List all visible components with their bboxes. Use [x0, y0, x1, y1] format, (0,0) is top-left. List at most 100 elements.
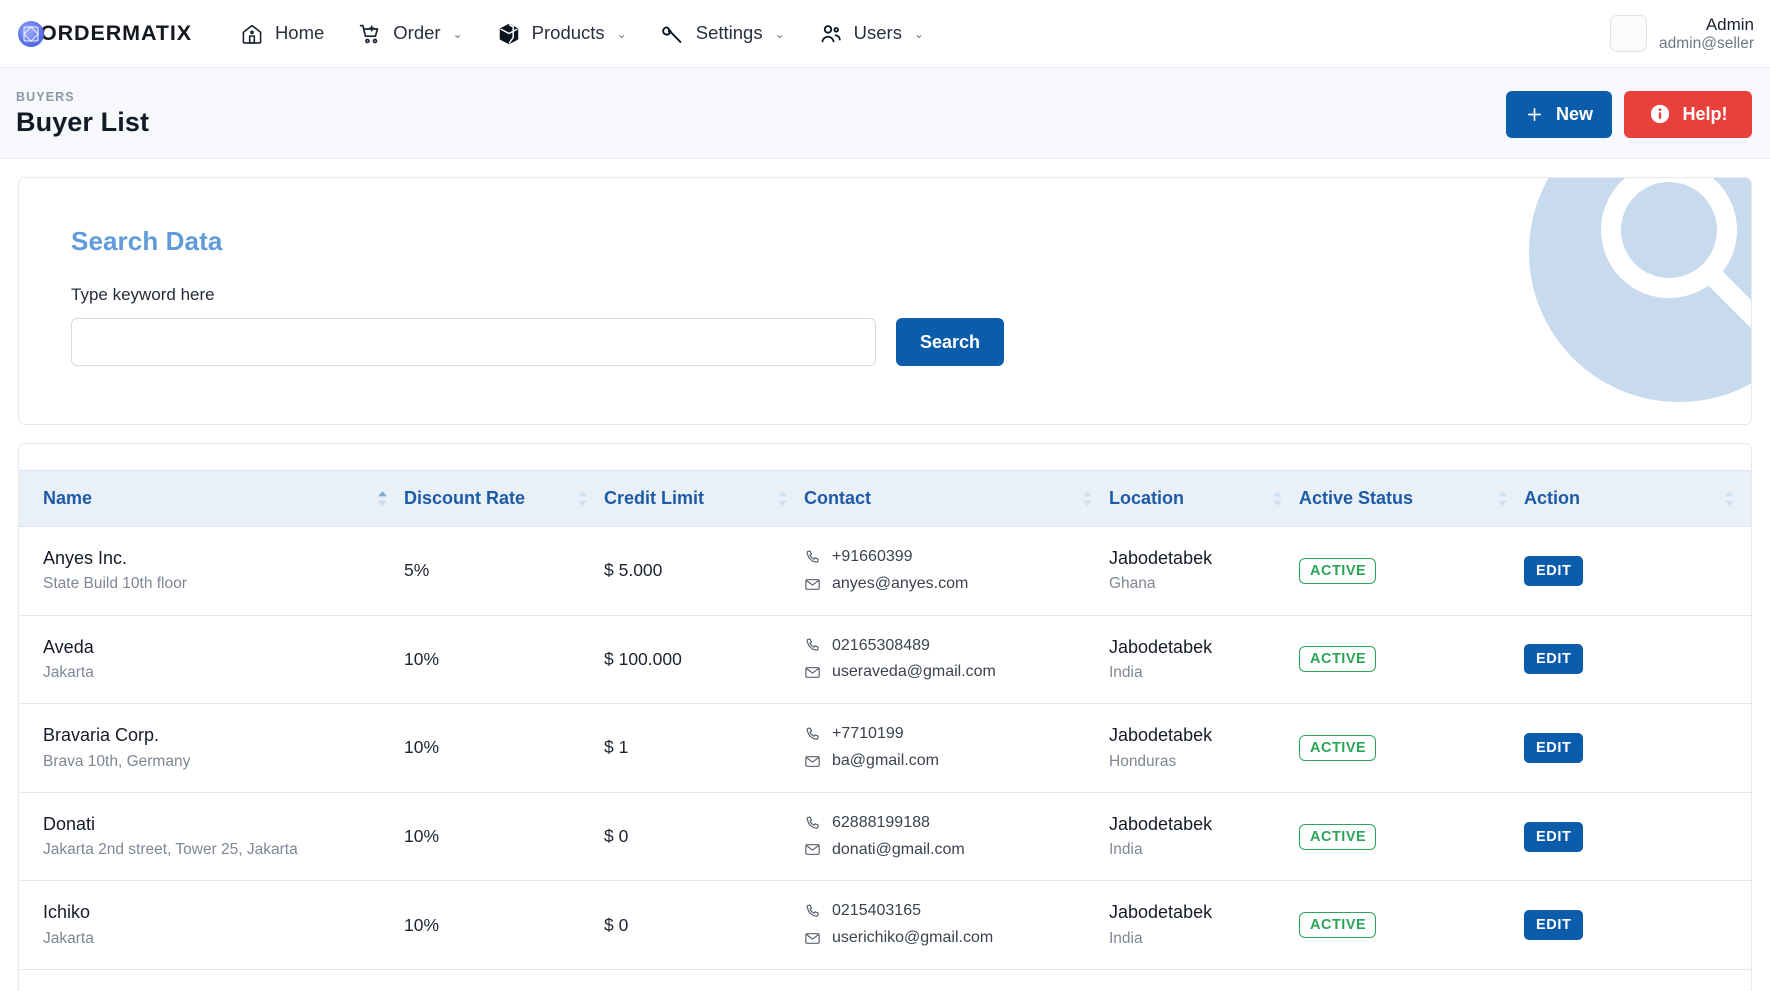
status-badge: ACTIVE — [1299, 912, 1376, 938]
location-country: India — [1109, 661, 1299, 684]
cell-discount-rate: 5% — [404, 527, 604, 616]
buyer-address: Brava 10th, Germany — [43, 750, 404, 773]
contact-email[interactable]: donati@gmail.com — [804, 838, 1109, 863]
user-email: admin@seller — [1659, 34, 1754, 52]
cell-contact: +91660399anyes@anyes.com — [804, 527, 1109, 616]
cell-action: EDIT — [1524, 792, 1751, 881]
column-header-credit-limit[interactable]: Credit Limit — [604, 471, 804, 527]
cell-action: EDIT — [1524, 881, 1751, 970]
chevron-down-icon: ⌄ — [914, 28, 924, 40]
nav-label-products: Products — [532, 24, 605, 43]
main-nav: Home Order ⌄ Products ⌄ — [240, 22, 924, 46]
table-row: Bravaria Corp.Brava 10th, Germany10%$ 1+… — [19, 704, 1751, 793]
cell-active-status: ACTIVE — [1299, 615, 1524, 704]
contact-phone[interactable]: 62888199188 — [804, 811, 1109, 836]
phone-text: +91660399 — [832, 545, 913, 570]
search-input[interactable] — [71, 318, 876, 366]
nav-item-users[interactable]: Users ⌄ — [819, 22, 924, 46]
cell-discount-rate: 10% — [404, 704, 604, 793]
column-header-name[interactable]: Name — [19, 471, 404, 527]
column-header-contact[interactable]: Contact — [804, 471, 1109, 527]
buyer-address: State Build 10th floor — [43, 572, 404, 595]
table-row: AvedaJakarta10%$ 100.00002165308489usera… — [19, 615, 1751, 704]
email-text: anyes@anyes.com — [832, 572, 968, 597]
nav-item-home[interactable]: Home — [240, 22, 324, 46]
edit-button[interactable]: EDIT — [1524, 733, 1583, 763]
wrench-icon — [661, 22, 685, 46]
column-label: Discount Rate — [404, 488, 525, 509]
home-icon — [240, 22, 264, 46]
contact-email[interactable]: useraveda@gmail.com — [804, 660, 1109, 685]
contact-phone[interactable]: +91660399 — [804, 545, 1109, 570]
help-button[interactable]: Help! — [1624, 91, 1752, 138]
buyer-address: Jakarta — [43, 661, 404, 684]
edit-button[interactable]: EDIT — [1524, 556, 1583, 586]
cell-contact: 62888199188donati@gmail.com — [804, 792, 1109, 881]
user-menu[interactable]: Admin admin@seller — [1610, 14, 1754, 52]
buyer-name: Anyes Inc. — [43, 546, 404, 570]
sort-icon — [1272, 490, 1283, 507]
contact-email[interactable]: userichiko@gmail.com — [804, 926, 1109, 951]
page-header: BUYERS Buyer List New Help! — [0, 68, 1770, 159]
column-label: Location — [1109, 488, 1184, 509]
avatar — [1610, 15, 1647, 52]
cell-contact: 0215403165userichiko@gmail.com — [804, 881, 1109, 970]
new-button[interactable]: New — [1506, 91, 1612, 138]
edit-button[interactable]: EDIT — [1524, 910, 1583, 940]
contact-phone[interactable]: +7710199 — [804, 722, 1109, 747]
phone-text: 02165308489 — [832, 634, 930, 659]
edit-button[interactable]: EDIT — [1524, 822, 1583, 852]
cell-name: AvedaJakarta — [19, 615, 404, 704]
email-text: userichiko@gmail.com — [832, 926, 993, 951]
cell-active-status: ACTIVE — [1299, 792, 1524, 881]
table-body: Anyes Inc.State Build 10th floor5%$ 5.00… — [19, 527, 1751, 991]
cell-active-status: ACTIVE — [1299, 881, 1524, 970]
table-row-partial: IndachiJabodetabek — [19, 969, 1751, 991]
mail-icon — [804, 576, 821, 593]
plus-icon — [1525, 105, 1544, 124]
breadcrumb: BUYERS — [16, 90, 149, 104]
buyer-name: Bravaria Corp. — [43, 723, 404, 747]
search-card: Search Data Type keyword here Search — [18, 177, 1752, 425]
cell-action: EDIT — [1524, 615, 1751, 704]
column-header-discount-rate[interactable]: Discount Rate — [404, 471, 604, 527]
column-header-active-status[interactable]: Active Status — [1299, 471, 1524, 527]
column-label: Action — [1524, 488, 1580, 509]
nav-label-home: Home — [275, 24, 324, 43]
buyer-address: Jakarta 2nd street, Tower 25, Jakarta — [43, 838, 404, 861]
table-header-row: Name Discount Rate — [19, 471, 1751, 527]
help-button-label: Help! — [1683, 104, 1728, 125]
location-country: India — [1109, 927, 1299, 950]
nav-item-products[interactable]: Products ⌄ — [497, 22, 627, 46]
nav-label-order: Order — [393, 24, 440, 43]
contact-email[interactable]: anyes@anyes.com — [804, 572, 1109, 597]
nav-item-settings[interactable]: Settings ⌄ — [661, 22, 785, 46]
location-city: Jabodetabek — [1109, 723, 1299, 747]
status-badge: ACTIVE — [1299, 646, 1376, 672]
column-label: Name — [43, 488, 92, 509]
nav-item-order[interactable]: Order ⌄ — [358, 22, 462, 46]
column-header-action[interactable]: Action — [1524, 471, 1751, 527]
cell-credit-limit: $ 5.000 — [604, 527, 804, 616]
cell-location: JabodetabekIndia — [1109, 615, 1299, 704]
email-text: donati@gmail.com — [832, 838, 965, 863]
edit-button[interactable]: EDIT — [1524, 644, 1583, 674]
cell-discount-rate — [404, 969, 604, 991]
column-header-location[interactable]: Location — [1109, 471, 1299, 527]
chevron-down-icon: ⌄ — [775, 28, 785, 40]
buyer-table: Name Discount Rate — [19, 470, 1751, 991]
cell-name: DonatiJakarta 2nd street, Tower 25, Jaka… — [19, 792, 404, 881]
ordermatix-logo-icon — [18, 21, 44, 47]
contact-phone[interactable]: 02165308489 — [804, 634, 1109, 659]
cell-name: Anyes Inc.State Build 10th floor — [19, 527, 404, 616]
contact-phone[interactable]: 0215403165 — [804, 899, 1109, 924]
cell-action: EDIT — [1524, 527, 1751, 616]
phone-icon — [804, 815, 821, 832]
cell-discount-rate: 10% — [404, 881, 604, 970]
sort-icon — [1082, 490, 1093, 507]
cell-credit-limit — [604, 969, 804, 991]
contact-email[interactable]: ba@gmail.com — [804, 749, 1109, 774]
search-button[interactable]: Search — [896, 318, 1004, 366]
cell-active-status — [1299, 969, 1524, 991]
brand-logo[interactable]: ORDERMATIX — [18, 21, 192, 47]
